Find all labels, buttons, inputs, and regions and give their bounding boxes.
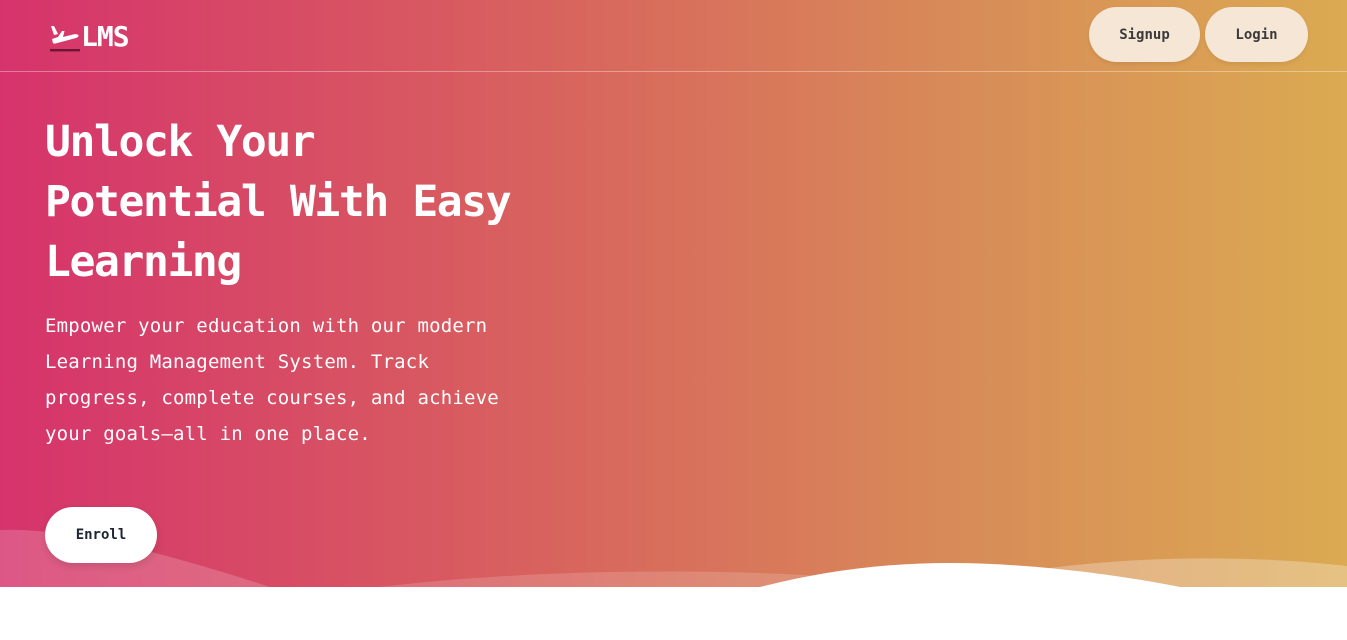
hero-headline: Unlock Your Potential With Easy Learning [45, 112, 565, 292]
hero-section: LMS Signup Login Unlock Your Potential W… [0, 0, 1347, 587]
airplane-takeoff-icon [50, 26, 80, 52]
headline-line-1: Unlock Your [45, 117, 316, 167]
top-navbar: LMS Signup Login [0, 0, 1347, 72]
description-line-4: your goals—all in one place. [45, 423, 371, 445]
description-line-1: Empower your education with our modern [45, 315, 488, 337]
enroll-button[interactable]: Enroll [45, 507, 157, 563]
description-line-2: Learning Management System. Track [45, 351, 430, 373]
logo-text: LMS [81, 20, 130, 53]
hero-wave-decoration [0, 529, 1347, 587]
headline-line-2: Potential With Easy [45, 177, 512, 227]
login-button[interactable]: Login [1205, 7, 1308, 62]
hero-description: Empower your education with our modern L… [45, 308, 535, 452]
logo-link[interactable]: LMS [49, 20, 130, 54]
signup-button[interactable]: Signup [1089, 7, 1200, 62]
description-line-3: progress, complete courses, and achieve [45, 387, 499, 409]
headline-line-3: Learning [45, 237, 242, 287]
